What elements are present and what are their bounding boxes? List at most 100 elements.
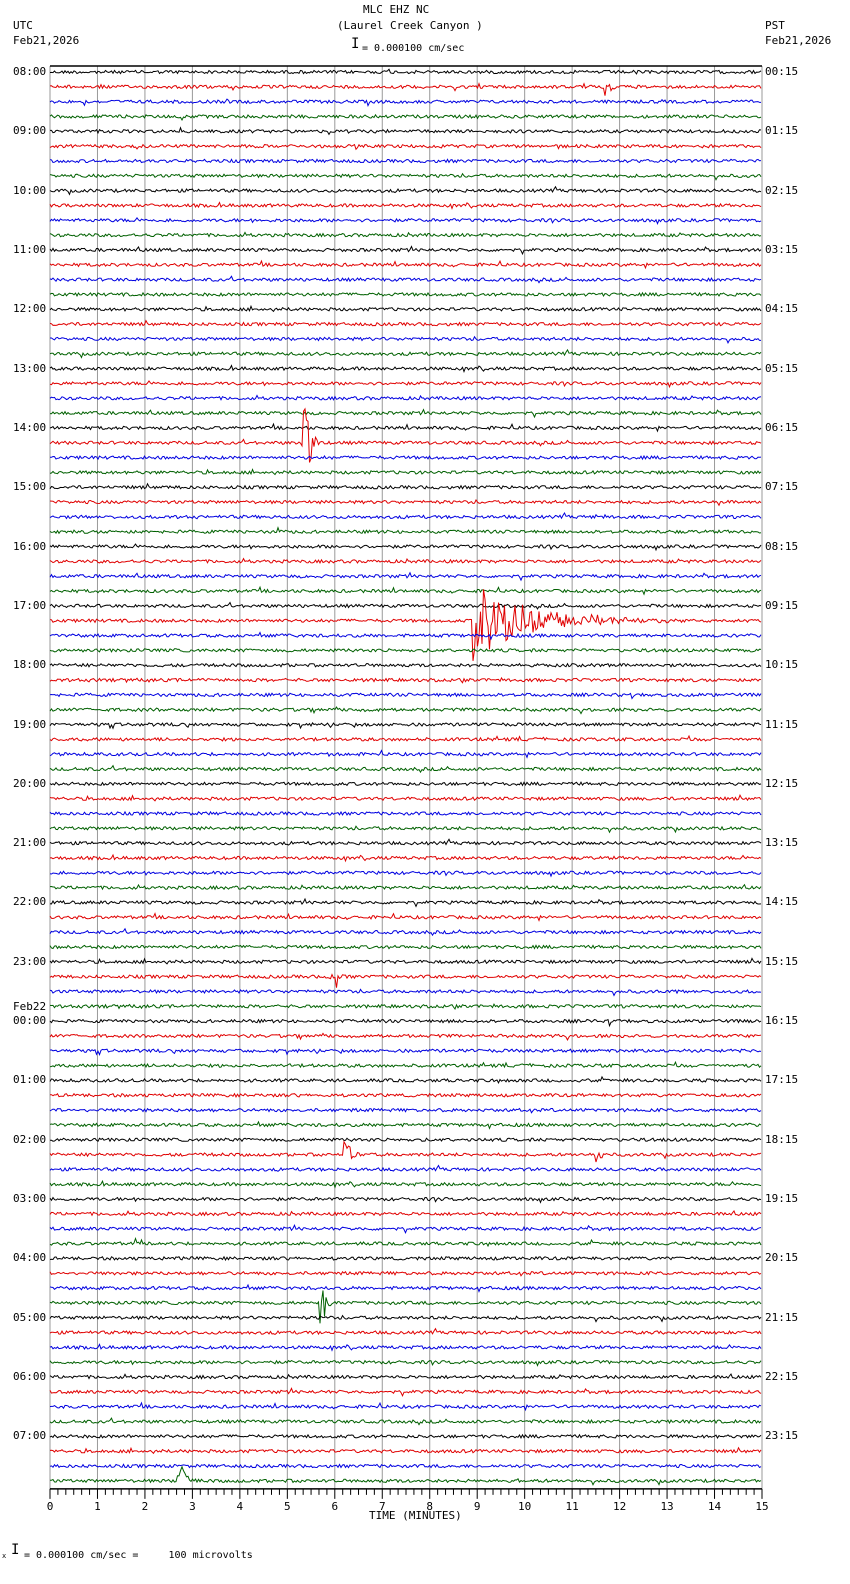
trace-row-47 bbox=[49, 764, 762, 774]
trace-row-88 bbox=[49, 1373, 762, 1380]
trace-row-50 bbox=[49, 810, 762, 816]
pst-hour-label: 10:15 bbox=[765, 658, 799, 672]
utc-hour-label: 23:00 bbox=[13, 954, 47, 968]
trace-row-40 bbox=[49, 662, 762, 668]
trace-row-78 bbox=[49, 1224, 762, 1234]
trace-row-49 bbox=[49, 794, 762, 802]
trace-row-36 bbox=[49, 601, 762, 610]
trace-row-31 bbox=[49, 526, 762, 535]
x-axis-label: TIME (MINUTES) bbox=[369, 1509, 462, 1522]
trace-row-91 bbox=[49, 1417, 762, 1426]
trace-row-41 bbox=[49, 676, 762, 684]
utc-hour-label: 13:00 bbox=[13, 361, 47, 375]
trace-row-59 bbox=[49, 944, 762, 950]
utc-hour-label: 14:00 bbox=[13, 420, 47, 434]
x-tick-label: 11 bbox=[566, 1500, 579, 1513]
trace-row-75 bbox=[49, 1179, 762, 1189]
trace-row-21 bbox=[49, 380, 762, 389]
trace-row-77 bbox=[49, 1210, 762, 1217]
pst-hour-label: 14:15 bbox=[765, 895, 799, 909]
trace-row-46 bbox=[49, 749, 762, 759]
pst-hour-label: 22:15 bbox=[765, 1370, 799, 1384]
trace-row-69 bbox=[50, 1092, 762, 1098]
trace-row-84 bbox=[49, 1314, 762, 1323]
utc-hour-label: 00:00 bbox=[13, 1014, 47, 1028]
x-tick-label: 13 bbox=[660, 1500, 673, 1513]
pst-hour-label: 01:15 bbox=[765, 124, 799, 138]
trace-row-57 bbox=[49, 912, 762, 922]
trace-row-64 bbox=[49, 1018, 762, 1028]
pst-hour-label: 15:15 bbox=[765, 954, 799, 968]
trace-row-54 bbox=[49, 870, 762, 878]
trace-row-24 bbox=[49, 422, 762, 433]
x-tick-label: 2 bbox=[142, 1500, 149, 1513]
trace-row-70 bbox=[49, 1107, 762, 1114]
trace-row-16 bbox=[49, 304, 762, 313]
trace-row-71 bbox=[49, 1120, 762, 1130]
x-tick-label: 14 bbox=[708, 1500, 722, 1513]
trace-row-12 bbox=[49, 245, 762, 256]
utc-hour-label: 16:00 bbox=[13, 539, 47, 553]
utc-hour-label: 12:00 bbox=[13, 302, 47, 316]
utc-hour-label: 11:00 bbox=[13, 242, 47, 256]
utc-hour-label: 03:00 bbox=[13, 1192, 47, 1206]
x-tick-label: 15 bbox=[755, 1500, 768, 1513]
trace-row-68 bbox=[49, 1075, 762, 1085]
trace-row-26 bbox=[49, 454, 762, 461]
pst-hour-label: 08:15 bbox=[765, 539, 799, 553]
utc-hour-label: 19:00 bbox=[13, 717, 47, 731]
trace-row-34 bbox=[49, 571, 762, 582]
trace-row-23 bbox=[49, 408, 762, 419]
trace-row-33 bbox=[49, 557, 762, 565]
pst-hour-label: 04:15 bbox=[765, 302, 799, 316]
pst-hour-label: 19:15 bbox=[765, 1192, 799, 1206]
trace-row-58 bbox=[49, 927, 762, 937]
utc-hour-label: 06:00 bbox=[13, 1370, 47, 1384]
trace-row-5 bbox=[49, 143, 762, 151]
trace-row-3 bbox=[49, 113, 762, 122]
utc-hour-label: 07:00 bbox=[13, 1429, 47, 1443]
utc-hour-label: 02:00 bbox=[13, 1132, 47, 1146]
pst-hour-label: 21:15 bbox=[765, 1310, 799, 1324]
trace-row-93 bbox=[49, 1446, 762, 1455]
trace-row-32 bbox=[49, 543, 762, 552]
trace-row-90 bbox=[49, 1401, 762, 1412]
trace-row-35 bbox=[49, 585, 762, 596]
trace-row-80 bbox=[49, 1255, 762, 1262]
trace-row-25 bbox=[49, 407, 762, 463]
trace-row-65 bbox=[49, 1032, 762, 1041]
trace-row-10 bbox=[49, 216, 762, 225]
trace-row-18 bbox=[50, 335, 761, 344]
x-tick-label: 12 bbox=[613, 1500, 626, 1513]
pst-hour-label: 06:15 bbox=[765, 420, 799, 434]
trace-row-30 bbox=[49, 511, 762, 520]
utc-hour-label: 15:00 bbox=[13, 480, 47, 494]
trace-row-27 bbox=[49, 468, 762, 476]
utc-hour-label: 08:00 bbox=[13, 65, 47, 78]
x-tick-label: 3 bbox=[189, 1500, 196, 1513]
pst-hour-label: 09:15 bbox=[765, 598, 799, 612]
trace-row-73 bbox=[49, 1140, 762, 1163]
pst-hour-label: 20:15 bbox=[765, 1251, 799, 1265]
trace-row-89 bbox=[49, 1387, 762, 1398]
trace-row-52 bbox=[49, 838, 762, 846]
trace-row-83 bbox=[49, 1290, 762, 1324]
trace-row-94 bbox=[49, 1463, 762, 1469]
trace-row-67 bbox=[49, 1060, 762, 1069]
trace-row-66 bbox=[49, 1048, 762, 1056]
trace-row-4 bbox=[50, 126, 762, 136]
trace-row-15 bbox=[49, 291, 762, 298]
trace-row-44 bbox=[49, 721, 762, 730]
trace-row-43 bbox=[49, 706, 762, 715]
utc-hour-label: 04:00 bbox=[13, 1251, 47, 1265]
trace-row-76 bbox=[49, 1196, 762, 1204]
trace-row-9 bbox=[49, 201, 762, 210]
trace-row-39 bbox=[49, 647, 762, 653]
trace-row-79 bbox=[49, 1236, 762, 1248]
trace-row-53 bbox=[49, 853, 762, 863]
utc-hour-label: 17:00 bbox=[13, 598, 47, 612]
x-tick-label: 9 bbox=[474, 1500, 481, 1513]
trace-row-6 bbox=[49, 158, 762, 164]
trace-row-0 bbox=[49, 68, 762, 75]
trace-row-61 bbox=[49, 973, 762, 988]
